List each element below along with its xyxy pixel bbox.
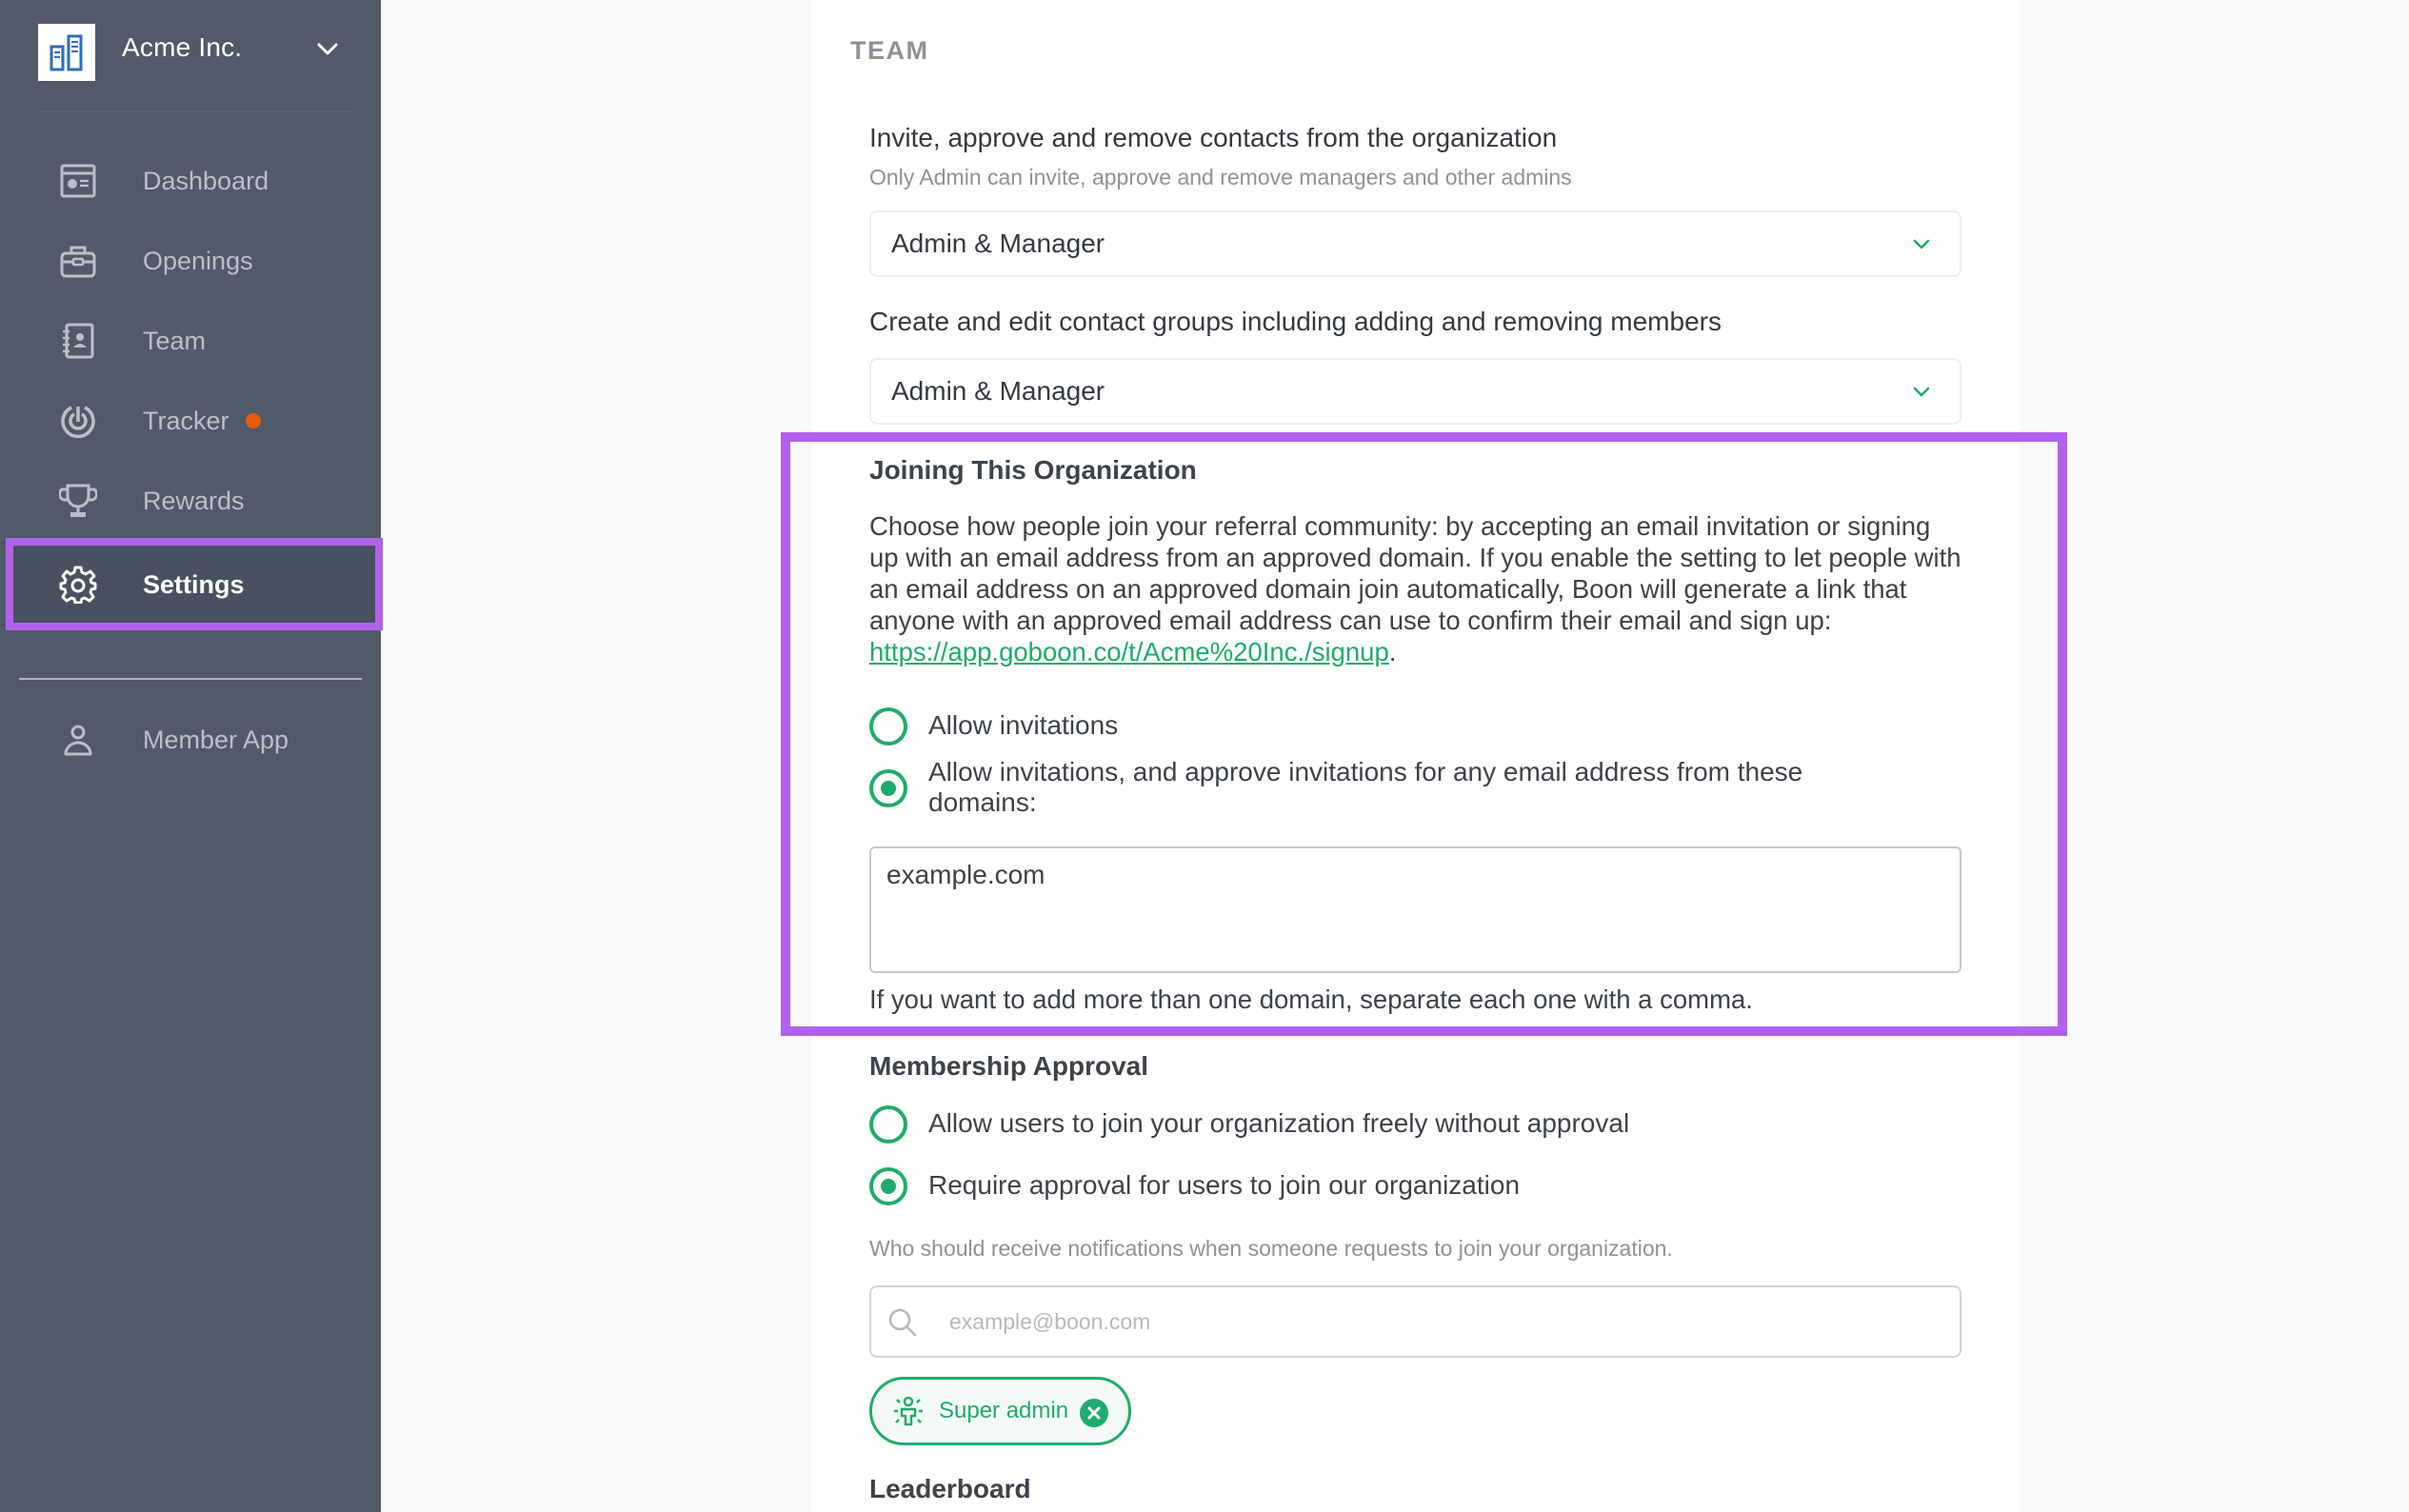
notify-recipient-search[interactable] [869,1285,1961,1358]
org-logo [38,24,95,81]
invite-permission-help: Only Admin can invite, approve and remov… [869,165,1572,189]
chevron-down-icon [1913,239,1930,249]
sidebar-item-label: Tracker [143,406,229,435]
sidebar-item-label: Rewards [143,486,245,515]
radio-label: Require approval for users to join our o… [928,1170,1521,1200]
sidebar: Acme Inc. Dashboard Openings Team Tracke… [0,0,383,1512]
sidebar-item-label: Settings [143,569,245,599]
radar-icon [59,402,97,440]
joining-description-text: Choose how people join your referral com… [869,511,1961,635]
sidebar-item-label: Team [143,326,207,355]
sidebar-divider [19,678,362,680]
close-icon [1087,1406,1101,1420]
invite-permission-label: Invite, approve and remove contacts from… [869,123,1558,152]
dashboard-icon [59,162,97,200]
org-switcher[interactable]: Acme Inc. [0,0,381,112]
sidebar-item-label: Member App [143,725,289,754]
select-value: Admin & Manager [891,229,1105,258]
sidebar-item-member-app[interactable]: Member App [10,702,375,778]
membership-heading: Membership Approval [869,1051,1149,1081]
groups-permission-select[interactable]: Admin & Manager [869,358,1961,425]
sidebar-item-label: Dashboard [143,166,269,195]
contacts-book-icon [59,322,97,360]
search-input[interactable] [949,1287,1940,1356]
section-title: TEAM [850,36,929,65]
radio-label: Allow invitations [928,710,1119,740]
briefcase-icon [59,242,97,280]
sidebar-item-label: Openings [143,246,253,275]
select-value: Admin & Manager [891,376,1105,406]
domains-textarea[interactable]: example.com [869,846,1961,973]
joining-heading: Joining This Organization [869,455,1197,485]
notify-help: Who should receive notifications when so… [869,1236,1673,1261]
joining-description-end: . [1388,637,1397,666]
radio-label: Allow users to join your organization fr… [928,1108,1630,1138]
chevron-down-icon [1913,387,1930,397]
sidebar-item-rewards[interactable]: Rewards [10,463,375,539]
radio-label: Allow invitations, and approve invitatio… [928,757,1803,817]
radio-button[interactable] [869,707,907,746]
super-admin-icon [894,1396,923,1426]
sidebar-divider [38,110,352,111]
sidebar-item-dashboard[interactable]: Dashboard [10,143,375,219]
sidebar-item-settings[interactable]: Settings [10,547,375,623]
invite-permission-select[interactable]: Admin & Manager [869,210,1961,277]
joining-description: Choose how people join your referral com… [869,510,1964,667]
search-icon [888,1308,917,1337]
trophy-icon [59,482,97,520]
chip-label: Super admin [939,1398,1069,1423]
joining-option-approve-domains[interactable]: Allow invitations, and approve invitatio… [869,757,1964,818]
sidebar-item-openings[interactable]: Openings [10,223,375,299]
membership-option-free[interactable]: Allow users to join your organization fr… [869,1105,1964,1144]
gear-icon [59,566,97,604]
radio-button-checked[interactable] [869,769,907,807]
membership-option-require-approval[interactable]: Require approval for users to join our o… [869,1167,1964,1205]
recipient-chip: Super admin [869,1377,1131,1445]
signup-link[interactable]: https://app.goboon.co/t/Acme%20Inc./sign… [869,637,1389,666]
leaderboard-heading: Leaderboard [869,1474,1031,1503]
sidebar-item-tracker[interactable]: Tracker [10,383,375,459]
groups-permission-label: Create and edit contact groups including… [869,307,1722,336]
radio-button[interactable] [869,1105,907,1144]
remove-chip-button[interactable] [1080,1399,1108,1427]
notification-dot [246,413,261,428]
domains-help: If you want to add more than one domain,… [869,985,1753,1014]
chevron-down-icon[interactable] [314,36,341,63]
radio-button-checked[interactable] [869,1167,907,1205]
sidebar-item-team[interactable]: Team [10,303,375,379]
buildings-icon [50,34,83,71]
user-icon [59,721,97,759]
org-name: Acme Inc. [122,32,243,62]
joining-option-allow-invitations[interactable]: Allow invitations [869,707,1964,746]
